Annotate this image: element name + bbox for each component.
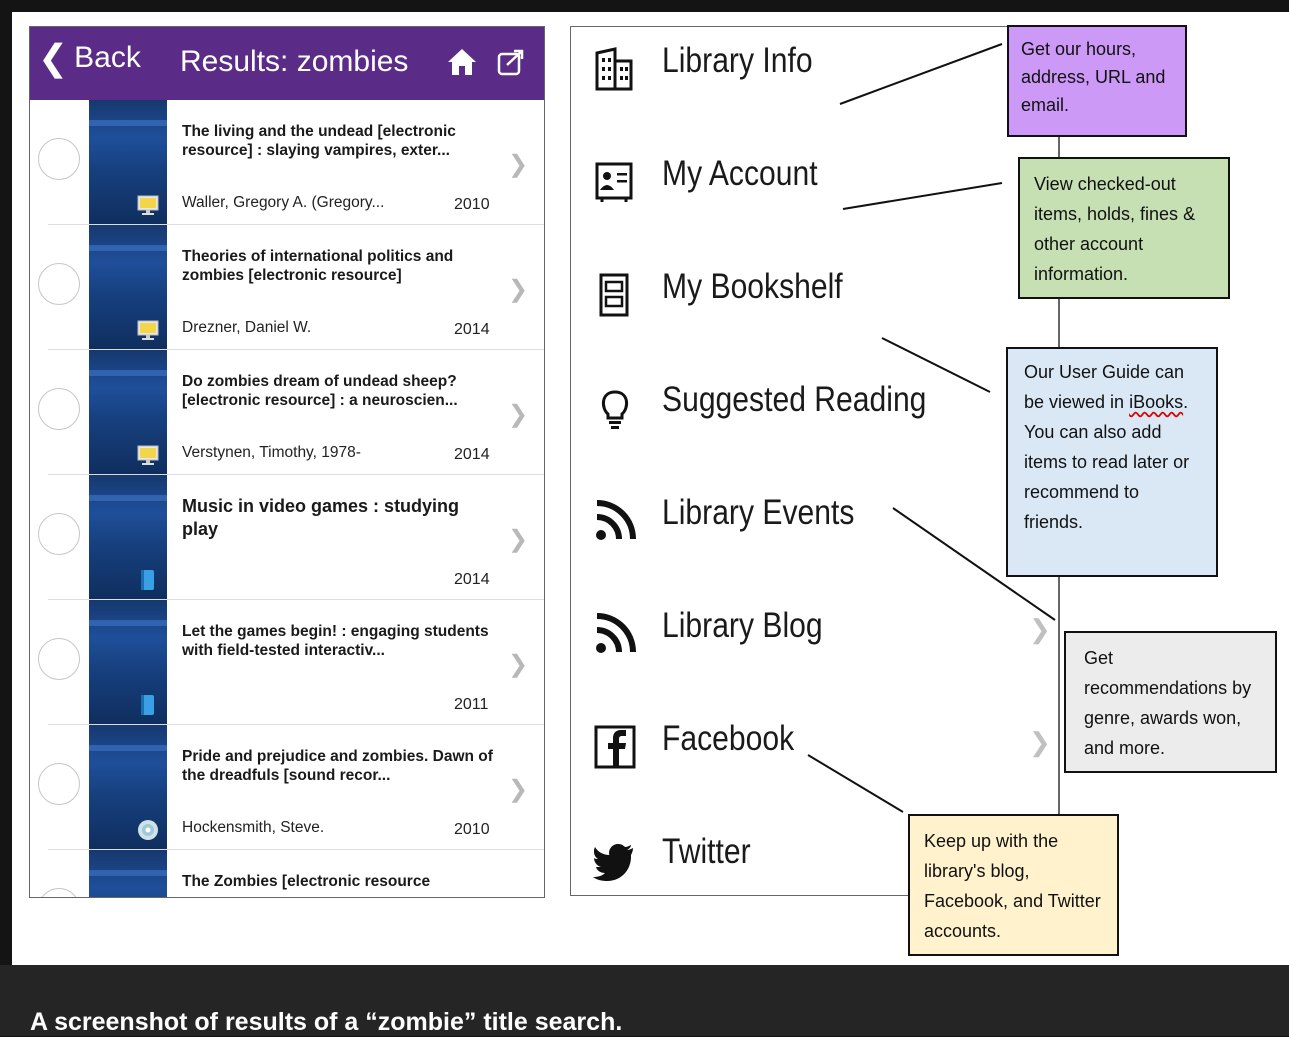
frame-border-top: [0, 0, 1289, 12]
search-results-screen: ❮ Back Results: zombies The living and t…: [29, 26, 545, 898]
chevron-right-icon: ❯: [508, 526, 529, 553]
result-year: 2014: [454, 321, 490, 338]
cover-thumbnail: [89, 225, 167, 350]
result-title: Theories of international politics and z…: [182, 248, 454, 284]
book-icon: [137, 694, 159, 716]
select-radio[interactable]: [38, 638, 80, 680]
lightbulb-icon: [593, 386, 637, 430]
callout-my-account: View checked-out items, holds, fines & o…: [1018, 157, 1230, 299]
result-title: Music in video games : studying play: [182, 496, 460, 539]
cover-thumbnail: [89, 475, 167, 600]
chevron-right-icon: ❯: [1029, 727, 1051, 757]
page-title: Results: zombies: [180, 45, 409, 78]
computer-icon: [137, 194, 159, 216]
ibooks-link-text: iBooks: [1129, 392, 1184, 412]
menu-item-facebook[interactable]: Facebook ❯: [571, 705, 1058, 818]
chevron-left-icon: ❮: [38, 37, 69, 78]
menu-item-label: Suggested Reading: [662, 380, 927, 419]
menu-item-label: Facebook: [662, 719, 795, 758]
library-menu: Library Info My Account My Bookshelf Sugges…: [570, 26, 1060, 896]
navigation-bar: ❮ Back Results: zombies: [30, 27, 544, 100]
menu-item-my-bookshelf[interactable]: My Bookshelf: [571, 253, 1058, 366]
rss-icon: [593, 612, 637, 656]
figure-caption: A screenshot of results of a “zombie” ti…: [30, 1008, 623, 1036]
chevron-right-icon: ❯: [1029, 614, 1051, 644]
result-author: Waller, Gregory A. (Gregory...: [182, 194, 385, 211]
chevron-right-icon: ❯: [508, 651, 529, 678]
chevron-right-icon: ❯: [508, 401, 529, 428]
result-year: 2011: [454, 696, 489, 713]
menu-item-label: My Bookshelf: [662, 267, 843, 306]
rss-icon: [593, 499, 637, 543]
select-radio[interactable]: [38, 388, 80, 430]
menu-item-label: Library Info: [662, 41, 813, 80]
back-label: Back: [74, 41, 141, 74]
cover-thumbnail: [89, 350, 167, 475]
result-author: Hockensmith, Steve.: [182, 819, 325, 836]
result-title: Let the games begin! : engaging students…: [182, 623, 489, 659]
callout-my-bookshelf: Our User Guide can be viewed in iBooks. …: [1006, 347, 1218, 577]
result-row[interactable]: Do zombies dream of undead sheep? [elect…: [30, 350, 544, 475]
select-radio[interactable]: [38, 263, 80, 305]
callout-library-info: Get our hours, address, URL and email.: [1007, 25, 1187, 137]
back-button[interactable]: ❮ Back: [38, 37, 141, 78]
result-year: 2014: [454, 571, 490, 588]
menu-item-label: Library Events: [662, 493, 855, 532]
share-icon[interactable]: [496, 47, 526, 77]
result-title: Pride and prejudice and zombies. Dawn of…: [182, 748, 493, 784]
menu-item-label: Twitter: [662, 832, 751, 871]
result-year: 2010: [454, 196, 490, 213]
callout-text: . You can also add items to read later o…: [1024, 392, 1190, 532]
select-radio[interactable]: [38, 763, 80, 805]
result-title: Do zombies dream of undead sheep? [elect…: [182, 373, 458, 409]
menu-item-my-account[interactable]: My Account: [571, 140, 1058, 253]
result-author: Verstynen, Timothy, 1978-: [182, 444, 361, 461]
result-year: 2010: [454, 821, 490, 838]
result-row[interactable]: Theories of international politics and z…: [30, 225, 544, 350]
cover-thumbnail: [89, 725, 167, 850]
select-radio[interactable]: [38, 513, 80, 555]
chevron-right-icon: ❯: [508, 151, 529, 178]
callout-suggested-reading: Get recommendations by genre, awards won…: [1064, 631, 1277, 773]
menu-item-suggested-reading[interactable]: Suggested Reading: [571, 366, 1058, 479]
twitter-icon: [593, 838, 637, 882]
id-card-icon: [593, 160, 637, 204]
result-title: The Zombies [electronic resource: [182, 873, 431, 890]
home-icon[interactable]: [446, 46, 478, 78]
book-icon: [137, 569, 159, 591]
result-row[interactable]: Let the games begin! : engaging students…: [30, 600, 544, 725]
cover-thumbnail: [89, 600, 167, 725]
frame-border-left: [0, 0, 12, 965]
result-row[interactable]: Music in video games : studying play 2014…: [30, 475, 544, 600]
result-row[interactable]: The living and the undead [electronic re…: [30, 100, 544, 225]
cover-thumbnail: [89, 850, 167, 897]
menu-item-label: My Account: [662, 154, 818, 193]
menu-item-library-info[interactable]: Library Info: [571, 27, 1058, 140]
result-row[interactable]: The Zombies [electronic resource: [30, 850, 544, 897]
facebook-icon: [593, 725, 637, 769]
bookshelf-icon: [593, 273, 637, 317]
cover-thumbnail: [89, 100, 167, 225]
select-radio[interactable]: [38, 888, 80, 897]
result-author: Drezner, Daniel W.: [182, 319, 312, 336]
select-radio[interactable]: [38, 138, 80, 180]
computer-icon: [137, 319, 159, 341]
result-year: 2014: [454, 446, 490, 463]
building-icon: [593, 47, 637, 91]
menu-item-library-events[interactable]: Library Events: [571, 479, 1058, 592]
menu-item-library-blog[interactable]: Library Blog ❯: [571, 592, 1058, 705]
chevron-right-icon: ❯: [508, 276, 529, 303]
menu-item-label: Library Blog: [662, 606, 823, 645]
disc-icon: [137, 819, 159, 841]
computer-icon: [137, 444, 159, 466]
chevron-right-icon: ❯: [508, 776, 529, 803]
result-row[interactable]: Pride and prejudice and zombies. Dawn of…: [30, 725, 544, 850]
result-title: The living and the undead [electronic re…: [182, 123, 456, 159]
callout-social: Keep up with the library's blog, Faceboo…: [908, 814, 1119, 956]
